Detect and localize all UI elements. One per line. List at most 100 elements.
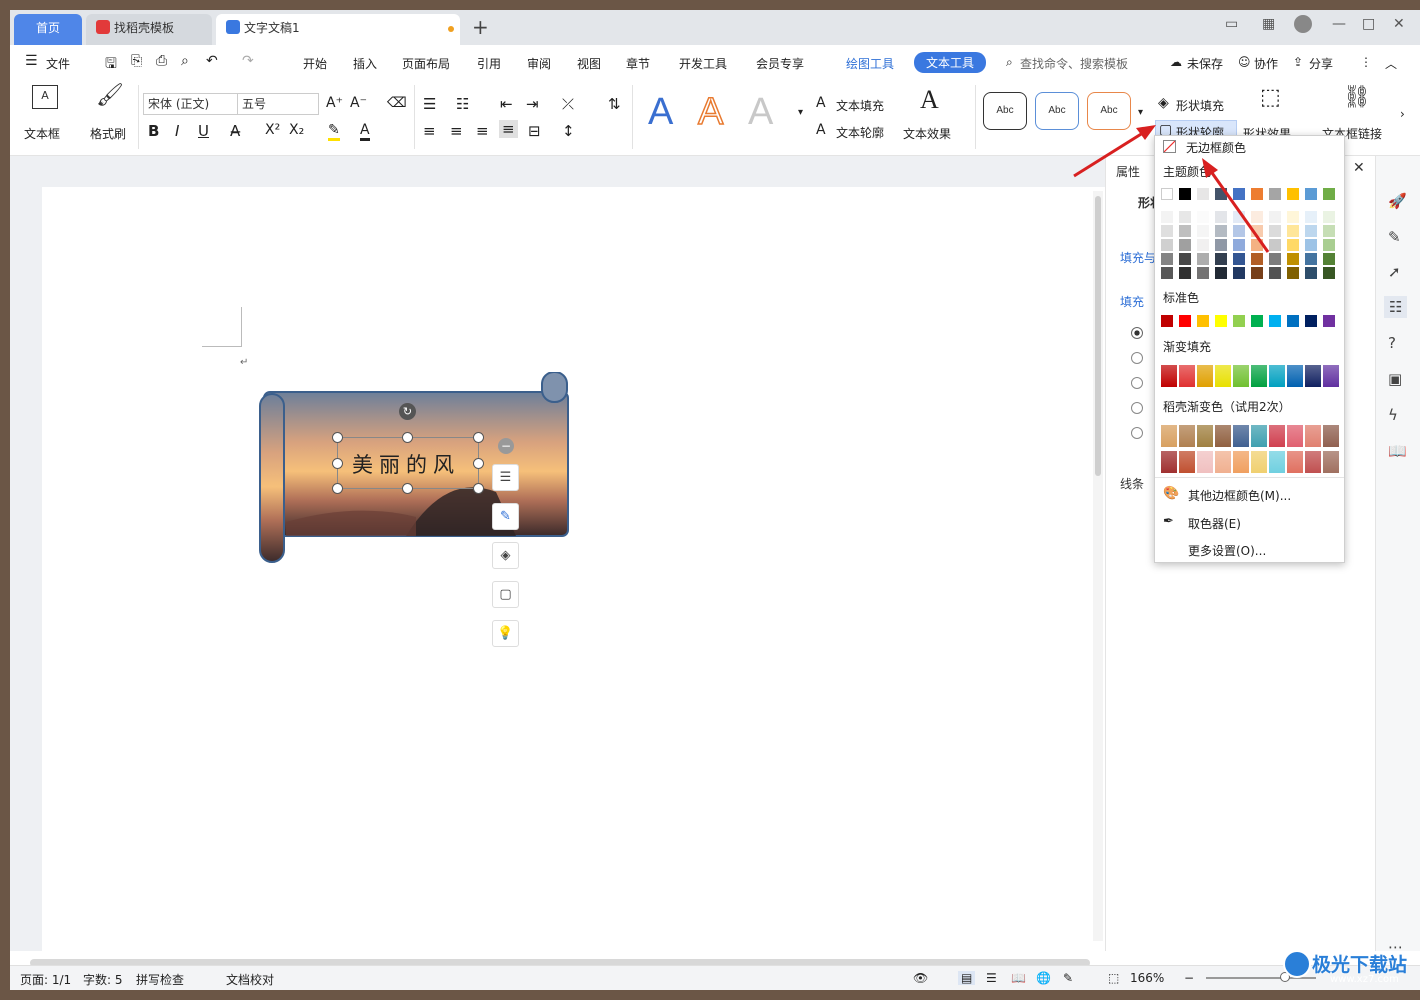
gradient-color-swatch[interactable] <box>1179 365 1195 387</box>
resize-handle[interactable] <box>332 432 343 443</box>
daoke-gradient-swatch[interactable] <box>1179 451 1195 473</box>
daoke-gradient-swatch[interactable] <box>1305 451 1321 473</box>
align-left-icon[interactable]: ≡ <box>423 122 436 140</box>
daoke-gradient-swatch[interactable] <box>1323 425 1339 447</box>
pen-view-icon[interactable]: ✎ <box>1063 971 1073 985</box>
panel-close-icon[interactable]: ✕ <box>1353 160 1365 176</box>
theme-shade-swatch[interactable] <box>1305 267 1317 279</box>
theme-shade-swatch[interactable] <box>1251 267 1263 279</box>
outline-icon[interactable]: ▢ <box>492 581 519 608</box>
share-button[interactable]: 分享 <box>1309 55 1333 72</box>
daoke-gradient-swatch[interactable] <box>1215 425 1231 447</box>
resize-handle[interactable] <box>332 483 343 494</box>
collapse-toolbar-icon[interactable]: − <box>498 438 514 454</box>
menu-text-tool[interactable]: 文本工具 <box>914 52 987 73</box>
gradient-color-swatch[interactable] <box>1197 365 1213 387</box>
theme-shade-swatch[interactable] <box>1305 239 1317 251</box>
theme-shade-swatch[interactable] <box>1305 253 1317 265</box>
theme-shade-swatch[interactable] <box>1269 267 1281 279</box>
zoom-level[interactable]: 166% <box>1130 971 1164 985</box>
search-input[interactable]: 查找命令、搜索模板 <box>1020 55 1128 72</box>
menu-view[interactable]: 视图 <box>577 55 601 72</box>
theme-shade-swatch[interactable] <box>1323 253 1335 265</box>
more-settings-option[interactable]: 更多设置(O)... <box>1188 542 1266 559</box>
highlight-icon[interactable]: ✎ <box>328 122 340 141</box>
resize-handle[interactable] <box>473 458 484 469</box>
standard-color-swatch[interactable] <box>1269 315 1281 327</box>
align-center-icon[interactable]: ≡ <box>450 122 463 140</box>
spell-check-button[interactable]: 拼写检查 <box>136 971 184 988</box>
daoke-gradient-swatch[interactable] <box>1305 425 1321 447</box>
theme-shade-swatch[interactable] <box>1305 211 1317 223</box>
hamburger-icon[interactable]: ☰ <box>25 53 38 69</box>
theme-shade-swatch[interactable] <box>1305 225 1317 237</box>
wordart-style-orange[interactable]: A <box>697 90 724 134</box>
read-view-icon[interactable]: 📖 <box>1011 971 1026 985</box>
line-section-header[interactable]: 线条 <box>1120 475 1144 492</box>
standard-color-swatch[interactable] <box>1179 315 1191 327</box>
daoke-gradient-swatch[interactable] <box>1197 451 1213 473</box>
tab-document[interactable]: 文字文稿1 <box>216 14 460 45</box>
menu-file[interactable]: 文件 <box>46 55 70 72</box>
menu-layout[interactable]: 页面布局 <box>402 55 450 72</box>
eye-icon[interactable]: 👁 <box>913 971 928 985</box>
fit-page-icon[interactable]: ⬚ <box>1108 971 1119 985</box>
radio-option[interactable] <box>1131 327 1143 339</box>
gradient-color-swatch[interactable] <box>1251 365 1267 387</box>
menu-insert[interactable]: 插入 <box>353 55 377 72</box>
wordart-more-icon[interactable]: ▾ <box>798 107 803 118</box>
preview-icon[interactable]: ⌕ <box>181 53 189 69</box>
book-icon[interactable]: 📖 <box>1388 442 1407 460</box>
bulb-icon[interactable]: 💡 <box>492 620 519 647</box>
tab-template[interactable]: 找稻壳模板 <box>86 14 212 45</box>
daoke-gradient-swatch[interactable] <box>1161 451 1177 473</box>
daoke-gradient-swatch[interactable] <box>1269 451 1285 473</box>
radio-option[interactable] <box>1131 352 1143 364</box>
doc-proof-button[interactable]: 文档校对 <box>226 971 274 988</box>
ribbon-scroll-right-icon[interactable]: › <box>1400 107 1405 121</box>
standard-color-swatch[interactable] <box>1251 315 1263 327</box>
justify-icon[interactable]: ≡ <box>499 120 518 138</box>
page-view-icon[interactable]: ▤ <box>958 971 976 985</box>
clear-format-icon[interactable]: ⌫ <box>387 95 407 111</box>
gradient-color-swatch[interactable] <box>1305 365 1321 387</box>
menu-devtools[interactable]: 开发工具 <box>679 55 727 72</box>
text-effect-icon[interactable]: A <box>920 85 939 115</box>
theme-shade-swatch[interactable] <box>1233 267 1245 279</box>
more-border-colors-option[interactable]: 其他边框颜色(M)... <box>1188 487 1291 504</box>
theme-shade-swatch[interactable] <box>1287 267 1299 279</box>
gradient-color-swatch[interactable] <box>1269 365 1285 387</box>
format-painter-button[interactable]: 格式刷 <box>90 125 126 142</box>
tab-home[interactable]: 首页 <box>14 14 82 45</box>
print-icon[interactable]: ⎙ <box>156 53 167 69</box>
number-list-icon[interactable]: ☷ <box>456 95 469 113</box>
resize-handle[interactable] <box>473 483 484 494</box>
pdf-icon[interactable]: ⎘ <box>131 53 142 69</box>
grid-icon[interactable]: ▦ <box>1262 16 1275 32</box>
gradient-color-swatch[interactable] <box>1215 365 1231 387</box>
daoke-gradient-swatch[interactable] <box>1251 425 1267 447</box>
daoke-gradient-swatch[interactable] <box>1287 425 1303 447</box>
underline-icon[interactable]: U <box>198 122 209 140</box>
text-outline-button[interactable]: 文本轮廓 <box>836 124 884 141</box>
menu-chapter[interactable]: 章节 <box>626 55 650 72</box>
standard-color-swatch[interactable] <box>1197 315 1209 327</box>
image-edit-icon[interactable]: ▣ <box>1388 370 1402 388</box>
textbox-button[interactable]: 文本框 <box>24 125 60 142</box>
menu-draw-tool[interactable]: 绘图工具 <box>846 55 894 72</box>
theme-shade-swatch[interactable] <box>1323 211 1335 223</box>
zoom-out-icon[interactable]: − <box>1184 971 1194 985</box>
gradient-color-swatch[interactable] <box>1233 365 1249 387</box>
layout-icon[interactable]: ▭ <box>1225 16 1238 32</box>
theme-shade-swatch[interactable] <box>1323 267 1335 279</box>
align-right-icon[interactable]: ≡ <box>476 122 489 140</box>
undo-icon[interactable]: ↶ <box>206 53 218 69</box>
standard-color-swatch[interactable] <box>1215 315 1227 327</box>
radio-option[interactable] <box>1131 402 1143 414</box>
text-direction-icon[interactable]: ⤫ <box>562 95 574 113</box>
daoke-gradient-swatch[interactable] <box>1269 425 1285 447</box>
indent-icon[interactable]: ⇥ <box>526 95 539 113</box>
rocket-icon[interactable]: 🚀 <box>1388 192 1407 210</box>
standard-color-swatch[interactable] <box>1305 315 1317 327</box>
daoke-gradient-swatch[interactable] <box>1251 451 1267 473</box>
